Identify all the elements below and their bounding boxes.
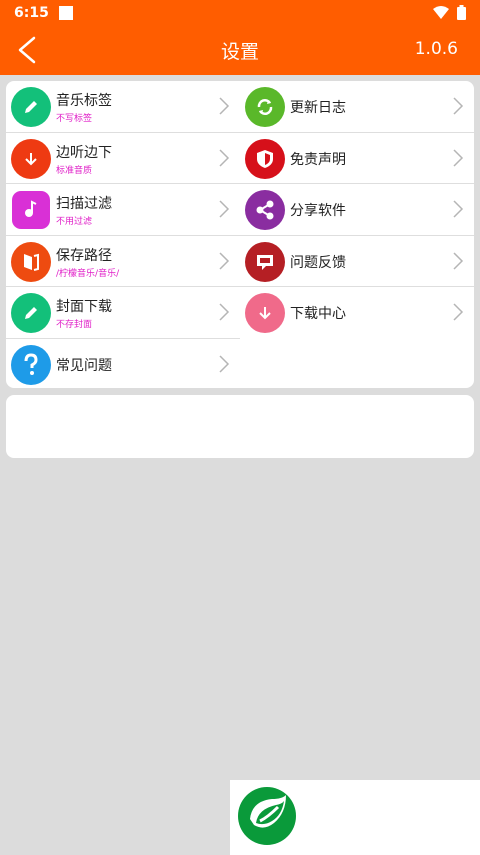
leaf-logo-icon <box>238 787 296 845</box>
chevron-right-icon <box>219 148 230 167</box>
setting-scan-filter[interactable]: 扫描过滤 不用过滤 <box>6 184 240 236</box>
chevron-right-icon <box>453 200 464 218</box>
setting-label: 边听边下 <box>56 144 112 161</box>
setting-label: 常见问题 <box>56 357 112 374</box>
music-note-icon <box>12 191 50 229</box>
setting-disclaimer[interactable]: 免责声明 <box>240 133 474 184</box>
settings-right-column: 更新日志 免责声明 分享软件 问题反馈 下载中心 <box>240 81 474 339</box>
setting-label: 扫描过滤 <box>56 196 112 212</box>
chevron-right-icon <box>219 303 230 321</box>
share-icon <box>245 190 285 230</box>
chevron-right-icon <box>219 251 230 270</box>
setting-label: 分享软件 <box>290 203 346 219</box>
settings-card: 音乐标签 不写标签 边听边下 标准音质 扫描过滤 不用过滤 保存路径 /柠檬音乐… <box>6 81 474 388</box>
settings-left-column: 音乐标签 不写标签 边听边下 标准音质 扫描过滤 不用过滤 保存路径 /柠檬音乐… <box>6 81 240 388</box>
ad-banner[interactable] <box>230 780 480 855</box>
empty-card <box>6 395 474 458</box>
chevron-right-icon <box>219 354 230 373</box>
setting-label: 保存路径 <box>56 247 112 264</box>
setting-label: 封面下载 <box>56 299 112 315</box>
chevron-right-icon <box>453 97 464 115</box>
setting-listen-download[interactable]: 边听边下 标准音质 <box>6 133 240 184</box>
setting-value: 不写标签 <box>56 114 93 124</box>
pencil-icon <box>11 293 51 333</box>
pencil-icon <box>11 87 51 127</box>
setting-share[interactable]: 分享软件 <box>240 184 474 236</box>
setting-cover-download[interactable]: 封面下载 不存封面 <box>6 287 240 339</box>
setting-label: 更新日志 <box>290 100 346 116</box>
setting-music-tag[interactable]: 音乐标签 不写标签 <box>6 81 240 133</box>
folder-path-icon <box>11 241 51 282</box>
refresh-icon <box>245 87 285 127</box>
shield-icon <box>245 138 285 179</box>
status-time: 6:15 <box>14 4 49 21</box>
setting-value: 不存封面 <box>56 320 93 330</box>
setting-download-center[interactable]: 下载中心 <box>240 287 474 339</box>
setting-value: /柠檬音乐/音乐/ <box>56 268 120 279</box>
chevron-right-icon <box>453 148 464 167</box>
chevron-right-icon <box>453 251 464 270</box>
page-title: 设置 <box>220 41 259 63</box>
setting-value: 不用过滤 <box>56 217 93 227</box>
setting-label: 问题反馈 <box>290 254 346 271</box>
chevron-right-icon <box>219 200 230 218</box>
feedback-icon <box>245 241 285 282</box>
setting-label: 下载中心 <box>290 306 346 322</box>
notification-icon <box>58 5 73 20</box>
setting-label: 音乐标签 <box>56 93 112 109</box>
setting-faq[interactable]: 常见问题 <box>6 339 240 389</box>
download-arrow-icon <box>11 138 51 179</box>
setting-value: 标准音质 <box>56 165 93 176</box>
battery-icon <box>457 5 466 20</box>
chevron-right-icon <box>219 97 230 115</box>
download-arrow-icon <box>245 293 285 333</box>
setting-save-path[interactable]: 保存路径 /柠檬音乐/音乐/ <box>6 236 240 287</box>
setting-label: 免责声明 <box>290 151 346 168</box>
question-icon <box>11 344 51 385</box>
app-bar: 设置 1.0.6 <box>0 25 480 75</box>
setting-changelog[interactable]: 更新日志 <box>240 81 474 133</box>
version-label: 1.0.6 <box>414 39 458 59</box>
setting-feedback[interactable]: 问题反馈 <box>240 236 474 287</box>
status-bar: 6:15 <box>0 0 480 25</box>
chevron-right-icon <box>453 303 464 321</box>
wifi-icon <box>433 5 449 19</box>
